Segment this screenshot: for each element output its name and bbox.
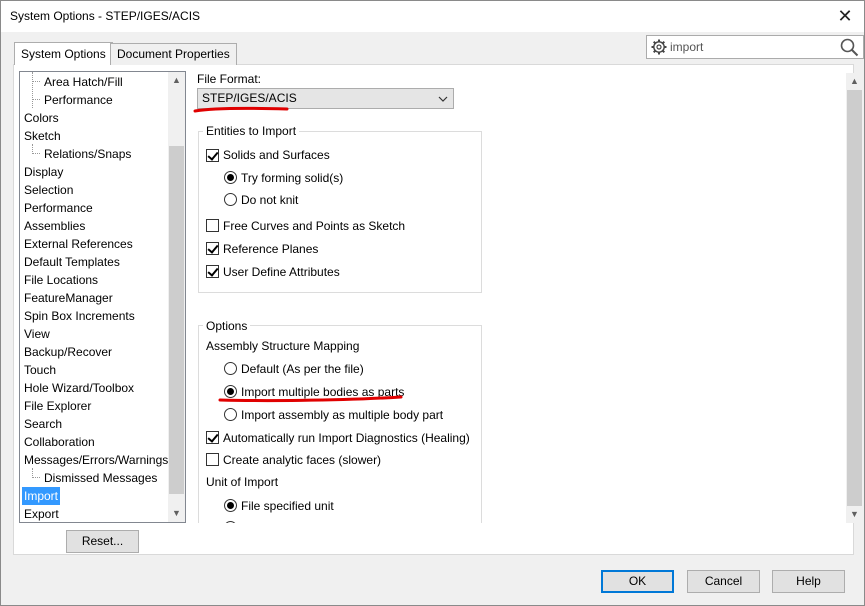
- window-title: System Options - STEP/IGES/ACIS: [10, 9, 201, 23]
- do-not-knit-radio[interactable]: [224, 193, 237, 206]
- tree-item[interactable]: Selection: [24, 181, 73, 199]
- try-forming-label: Try forming solid(s): [241, 171, 344, 185]
- try-forming-radio[interactable]: [224, 171, 237, 184]
- analytic-faces-checkbox[interactable]: [206, 453, 219, 466]
- import-assembly-radio[interactable]: [224, 408, 237, 421]
- analytic-faces-label: Create analytic faces (slower): [223, 453, 382, 467]
- chevron-down-icon: [438, 96, 448, 102]
- tree-item[interactable]: Display: [24, 163, 63, 181]
- tree-item[interactable]: External References: [24, 235, 133, 253]
- solids-surfaces-label: Solids and Surfaces: [223, 148, 330, 162]
- import-multiple-bodies-label: Import multiple bodies as parts: [241, 385, 405, 399]
- tree-scrollbar[interactable]: ▲ ▼: [168, 72, 185, 522]
- auto-diagnostics-label: Automatically run Import Diagnostics (He…: [223, 431, 470, 445]
- close-icon[interactable]: ✕: [832, 4, 858, 28]
- file-format-select[interactable]: STEP/IGES/ACIS: [197, 88, 454, 109]
- tree-item[interactable]: Default Templates: [24, 253, 120, 271]
- tree-scroll-thumb[interactable]: [169, 146, 184, 494]
- tree-item[interactable]: Assemblies: [24, 217, 85, 235]
- reset-button[interactable]: Reset...: [66, 530, 139, 553]
- tree-item[interactable]: View: [24, 325, 50, 343]
- title-bar: System Options - STEP/IGES/ACIS ✕: [1, 1, 864, 32]
- options-group: [198, 325, 482, 525]
- options-group-title: Options: [203, 319, 251, 333]
- scroll-up-icon[interactable]: ▲: [168, 72, 185, 89]
- content-scrollbar[interactable]: ▲ ▼: [846, 73, 863, 523]
- unit-of-import-label: Unit of Import: [206, 475, 279, 489]
- tree-item[interactable]: File Locations: [24, 271, 98, 289]
- tree-item[interactable]: Messages/Errors/Warnings: [24, 451, 168, 469]
- scroll-down-icon[interactable]: ▼: [168, 505, 185, 522]
- tab-document-properties[interactable]: Document Properties: [110, 43, 237, 65]
- magnifier-icon[interactable]: [839, 37, 859, 57]
- help-button[interactable]: Help: [772, 570, 845, 593]
- file-format-value: STEP/IGES/ACIS: [202, 91, 297, 105]
- tree-item[interactable]: Hole Wizard/Toolbox: [24, 379, 134, 397]
- tree-item[interactable]: Area Hatch/Fill: [44, 73, 123, 91]
- tree-item[interactable]: Performance: [44, 91, 113, 109]
- import-multiple-bodies-radio[interactable]: [224, 385, 237, 398]
- free-curves-checkbox[interactable]: [206, 219, 219, 232]
- user-define-checkbox[interactable]: [206, 265, 219, 278]
- tree-item[interactable]: Colors: [24, 109, 59, 127]
- auto-diagnostics-checkbox[interactable]: [206, 431, 219, 444]
- file-specified-unit-label: File specified unit: [241, 499, 334, 513]
- tree-item[interactable]: FeatureManager: [24, 289, 113, 307]
- reference-planes-checkbox[interactable]: [206, 242, 219, 255]
- search-box[interactable]: [646, 35, 864, 59]
- system-options-dialog: System Options - STEP/IGES/ACIS ✕ System…: [0, 0, 865, 606]
- file-specified-unit-radio[interactable]: [224, 499, 237, 512]
- content-scroll-thumb[interactable]: [847, 90, 862, 506]
- tree-item[interactable]: Performance: [24, 199, 93, 217]
- assembly-mapping-label: Assembly Structure Mapping: [206, 339, 360, 353]
- import-assembly-label: Import assembly as multiple body part: [241, 408, 444, 422]
- cancel-button[interactable]: Cancel: [687, 570, 760, 593]
- search-input[interactable]: [670, 38, 830, 56]
- reference-planes-label: Reference Planes: [223, 242, 319, 256]
- tree-item[interactable]: File Explorer: [24, 397, 91, 415]
- tree-item[interactable]: Backup/Recover: [24, 343, 112, 361]
- gear-icon: [651, 39, 667, 55]
- tree-item[interactable]: Relations/Snaps: [44, 145, 131, 163]
- tab-system-options[interactable]: System Options: [14, 42, 113, 65]
- tree-item[interactable]: Spin Box Increments: [24, 307, 135, 325]
- entities-group-title: Entities to Import: [203, 124, 300, 138]
- tree-item[interactable]: Import: [22, 487, 61, 505]
- tree-item[interactable]: Dismissed Messages: [44, 469, 157, 487]
- content-clip: [191, 523, 846, 553]
- tree-item[interactable]: Touch: [24, 361, 56, 379]
- free-curves-label: Free Curves and Points as Sketch: [223, 219, 406, 233]
- content-scroll-up-icon[interactable]: ▲: [846, 73, 863, 90]
- solids-surfaces-checkbox[interactable]: [206, 149, 219, 162]
- default-per-file-radio[interactable]: [224, 362, 237, 375]
- content-scroll-down-icon[interactable]: ▼: [846, 506, 863, 523]
- tree-item[interactable]: Search: [24, 415, 62, 433]
- tree-item[interactable]: Collaboration: [24, 433, 95, 451]
- options-tree[interactable]: ▲ ▼ Area Hatch/Fill Performance Colors Sket…: [19, 71, 186, 523]
- do-not-knit-label: Do not knit: [241, 193, 299, 207]
- ok-button[interactable]: OK: [601, 570, 674, 593]
- default-per-file-label: Default (As per the file): [241, 362, 364, 376]
- user-define-label: User Define Attributes: [223, 265, 340, 279]
- tree-item[interactable]: Export: [24, 505, 59, 522]
- file-format-label: File Format:: [197, 72, 262, 86]
- tree-item[interactable]: Sketch: [24, 127, 61, 145]
